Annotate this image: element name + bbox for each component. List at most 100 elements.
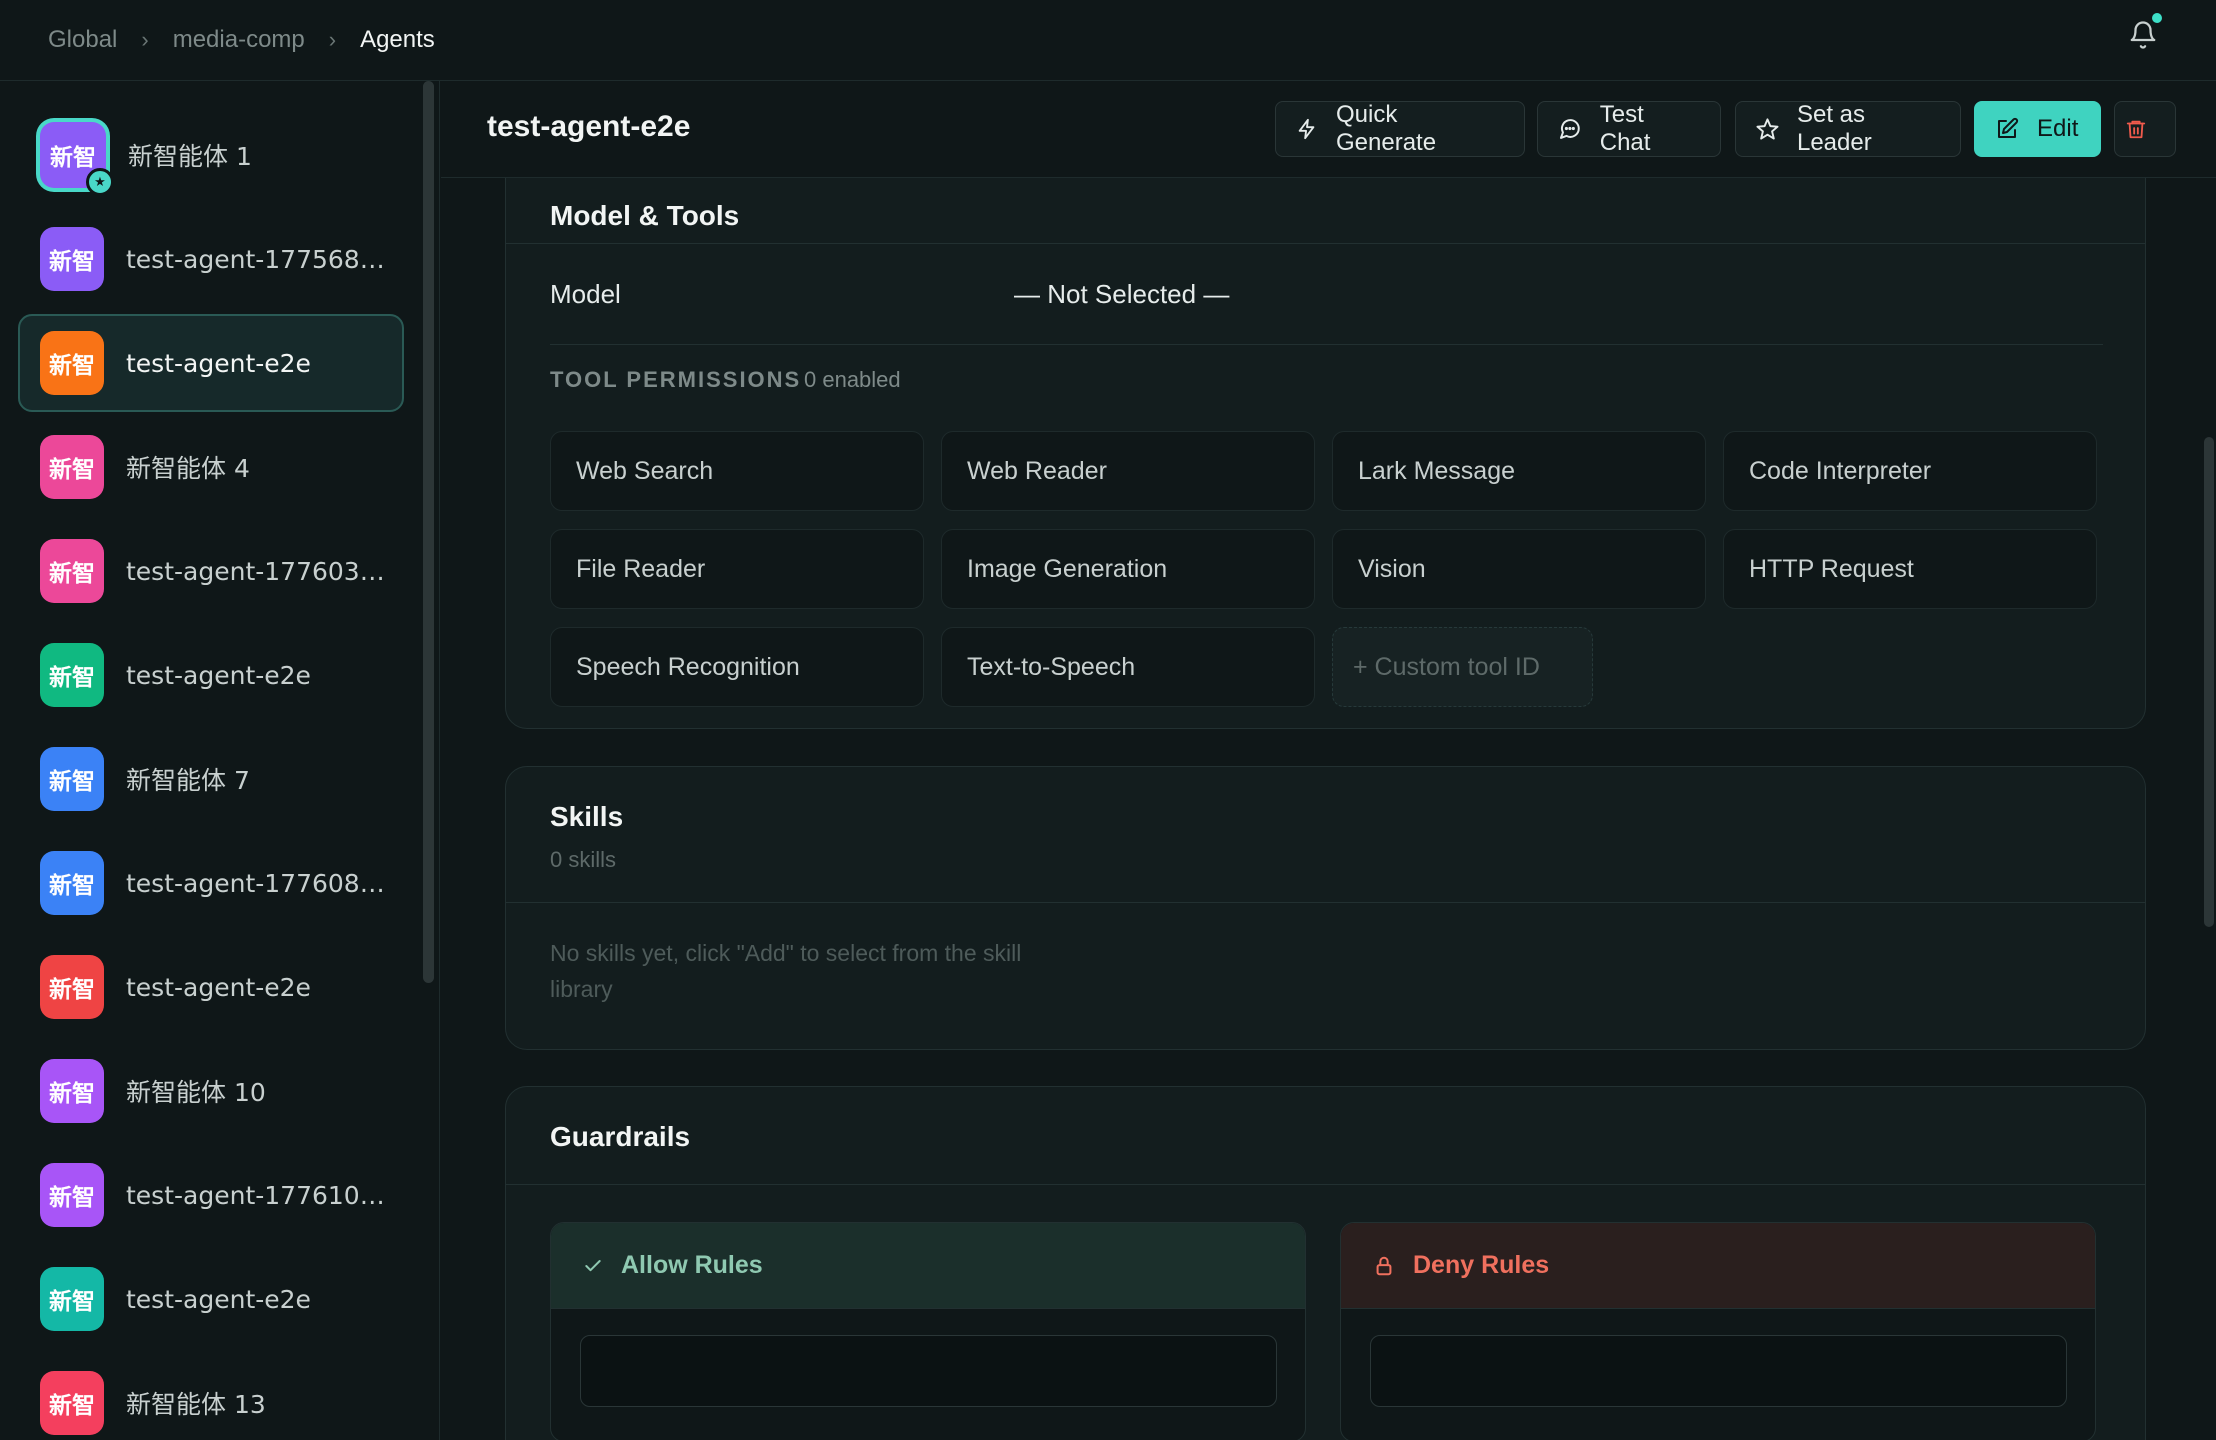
model-tools-title: Model & Tools [550, 200, 740, 231]
agent-name: test-agent-e2e [126, 348, 311, 378]
tool-toggle[interactable]: Vision [1332, 529, 1706, 609]
agent-name: 新智能体 13 [126, 1390, 266, 1419]
agent-name: 新智能体 4 [126, 454, 250, 483]
guardrails-panel: Guardrails Allow Rules Deny Rules [505, 1086, 2146, 1440]
agent-name: 新智能体 7 [126, 766, 250, 795]
avatar: 新智 [40, 331, 104, 395]
tool-toggle[interactable]: Image Generation [941, 529, 1315, 609]
agent-name: test-agent-1776102410... [126, 1180, 396, 1210]
sidebar-item-agent[interactable]: 新智 test-agent-e2e [18, 938, 404, 1036]
page-title: test-agent-e2e [487, 110, 691, 143]
model-select[interactable]: — Not Selected — [1014, 279, 1229, 310]
tool-toggle[interactable]: Web Reader [941, 431, 1315, 511]
divider [506, 1184, 2145, 1185]
tool-toggle[interactable]: Speech Recognition [550, 627, 924, 707]
quick-generate-button[interactable]: Quick Generate [1275, 101, 1525, 157]
tool-toggle[interactable]: HTTP Request [1723, 529, 2097, 609]
tool-toggle[interactable]: Code Interpreter [1723, 431, 2097, 511]
set-as-leader-label: Set as Leader [1796, 101, 1872, 156]
divider [550, 344, 2103, 345]
content-scrollbar[interactable] [2204, 437, 2214, 927]
model-tools-panel: Model & Tools Model — Not Selected — TOO… [505, 178, 2146, 729]
model-label: Model [550, 279, 621, 309]
lightning-icon [1298, 118, 1315, 140]
avatar: 新智 ★ [40, 122, 114, 196]
breadcrumb-agents: Agents [360, 26, 435, 53]
divider [506, 243, 2145, 244]
sidebar-item-agent[interactable]: 新智 test-agent-177608503... [18, 834, 404, 932]
allow-rules-box: Allow Rules [550, 1222, 1306, 1440]
chat-bubble-icon [1559, 119, 1580, 139]
skills-empty-message: No skills yet, click "Add" to select fro… [550, 940, 1022, 1002]
star-icon [1756, 118, 1779, 140]
sidebar-item-agent[interactable]: 新智 ★ 新智能体 1 [18, 106, 404, 204]
deny-rules-header: Deny Rules [1341, 1223, 2095, 1309]
sidebar-item-agent[interactable]: 新智 test-agent-e2e [18, 1250, 404, 1348]
avatar: 新智 [40, 1059, 104, 1123]
sidebar-item-agent[interactable]: 新智 新智能体 7 [18, 730, 404, 828]
check-icon [585, 1259, 601, 1271]
agent-detail-content: Model & Tools Model — Not Selected — TOO… [441, 178, 2216, 1440]
custom-tool-id-input[interactable]: + Custom tool ID [1332, 627, 1593, 707]
sidebar-item-agent[interactable]: 新智 test-agent-1776102410... [18, 1146, 404, 1244]
set-as-leader-button[interactable]: Set as Leader [1735, 101, 1961, 157]
agent-name: test-agent-177608503... [126, 868, 396, 898]
breadcrumb-media-comp[interactable]: media-comp [173, 26, 305, 54]
test-chat-label: Test Chat [1599, 101, 1651, 156]
deny-rules-label: Deny Rules [1413, 1251, 1550, 1279]
agent-name: test-agent-e2e [126, 660, 311, 690]
deny-rules-box: Deny Rules [1340, 1222, 2096, 1440]
notification-dot [2152, 13, 2162, 23]
edit-button[interactable]: Edit [1974, 101, 2101, 157]
tool-toggle[interactable]: Web Search [550, 431, 924, 511]
skills-panel: Skills 0 skills No skills yet, click "Ad… [505, 766, 2146, 1050]
avatar: 新智 [40, 747, 104, 811]
sidebar-item-agent[interactable]: 新智 新智能体 10 [18, 1042, 404, 1140]
chevron-right-icon: › [328, 27, 337, 52]
breadcrumb-global[interactable]: Global [48, 26, 117, 54]
delete-button[interactable] [2114, 101, 2176, 157]
top-bar: Global › media-comp › Agents [0, 0, 2216, 81]
leader-star-icon: ★ [86, 168, 114, 196]
avatar: 新智 [40, 643, 104, 707]
lock-icon [1376, 1256, 1392, 1275]
sidebar-item-agent[interactable]: 新智 新智能体 4 [18, 418, 404, 516]
avatar: 新智 [40, 851, 104, 915]
sidebar-item-agent[interactable]: 新智 test-agent-177603910... [18, 522, 404, 620]
guardrails-title: Guardrails [550, 1121, 691, 1152]
agent-header: test-agent-e2e Quick Generate Test Chat … [441, 81, 2216, 178]
sidebar-item-agent[interactable]: 新智 test-agent-e2e [18, 626, 404, 724]
avatar: 新智 [40, 435, 104, 499]
tool-permissions-count: 0 enabled [804, 367, 901, 392]
agent-name: 新智能体 10 [126, 1078, 266, 1107]
tool-toggle[interactable]: File Reader [550, 529, 924, 609]
deny-rule-input[interactable] [1370, 1335, 2067, 1407]
avatar: 新智 [40, 227, 104, 291]
allow-rule-input[interactable] [580, 1335, 1277, 1407]
allow-rules-label: Allow Rules [621, 1251, 763, 1279]
divider [506, 902, 2145, 903]
bell-icon[interactable] [2128, 13, 2162, 50]
agent-name: test-agent-177568420... [126, 244, 396, 274]
sidebar-item-agent[interactable]: 新智 新智能体 13 [18, 1354, 404, 1440]
edit-icon [1998, 117, 2019, 138]
sidebar-item-agent[interactable]: 新智 test-agent-177568420... [18, 210, 404, 308]
test-chat-button[interactable]: Test Chat [1537, 101, 1721, 157]
tool-toggle[interactable]: Lark Message [1332, 431, 1706, 511]
tool-toggle[interactable]: Text-to-Speech [941, 627, 1315, 707]
skills-count: 0 skills [550, 847, 617, 872]
trash-icon [2126, 120, 2146, 139]
agent-name: test-agent-e2e [126, 972, 311, 1002]
agent-name: test-agent-177603910... [126, 556, 396, 586]
agent-name: 新智能体 1 [128, 142, 252, 171]
avatar: 新智 [40, 955, 104, 1019]
agent-sidebar: 新智★新智能体 1新智test-agent-177568420...新智test… [0, 81, 440, 1440]
edit-label: Edit [2037, 115, 2079, 142]
sidebar-item-agent[interactable]: 新智 test-agent-e2e [18, 314, 404, 412]
allow-rules-header: Allow Rules [551, 1223, 1305, 1309]
agent-name: test-agent-e2e [126, 1284, 311, 1314]
avatar: 新智 [40, 539, 104, 603]
quick-generate-label: Quick Generate [1335, 101, 1437, 156]
skills-title: Skills [550, 801, 624, 832]
sidebar-scrollbar[interactable] [423, 81, 434, 983]
